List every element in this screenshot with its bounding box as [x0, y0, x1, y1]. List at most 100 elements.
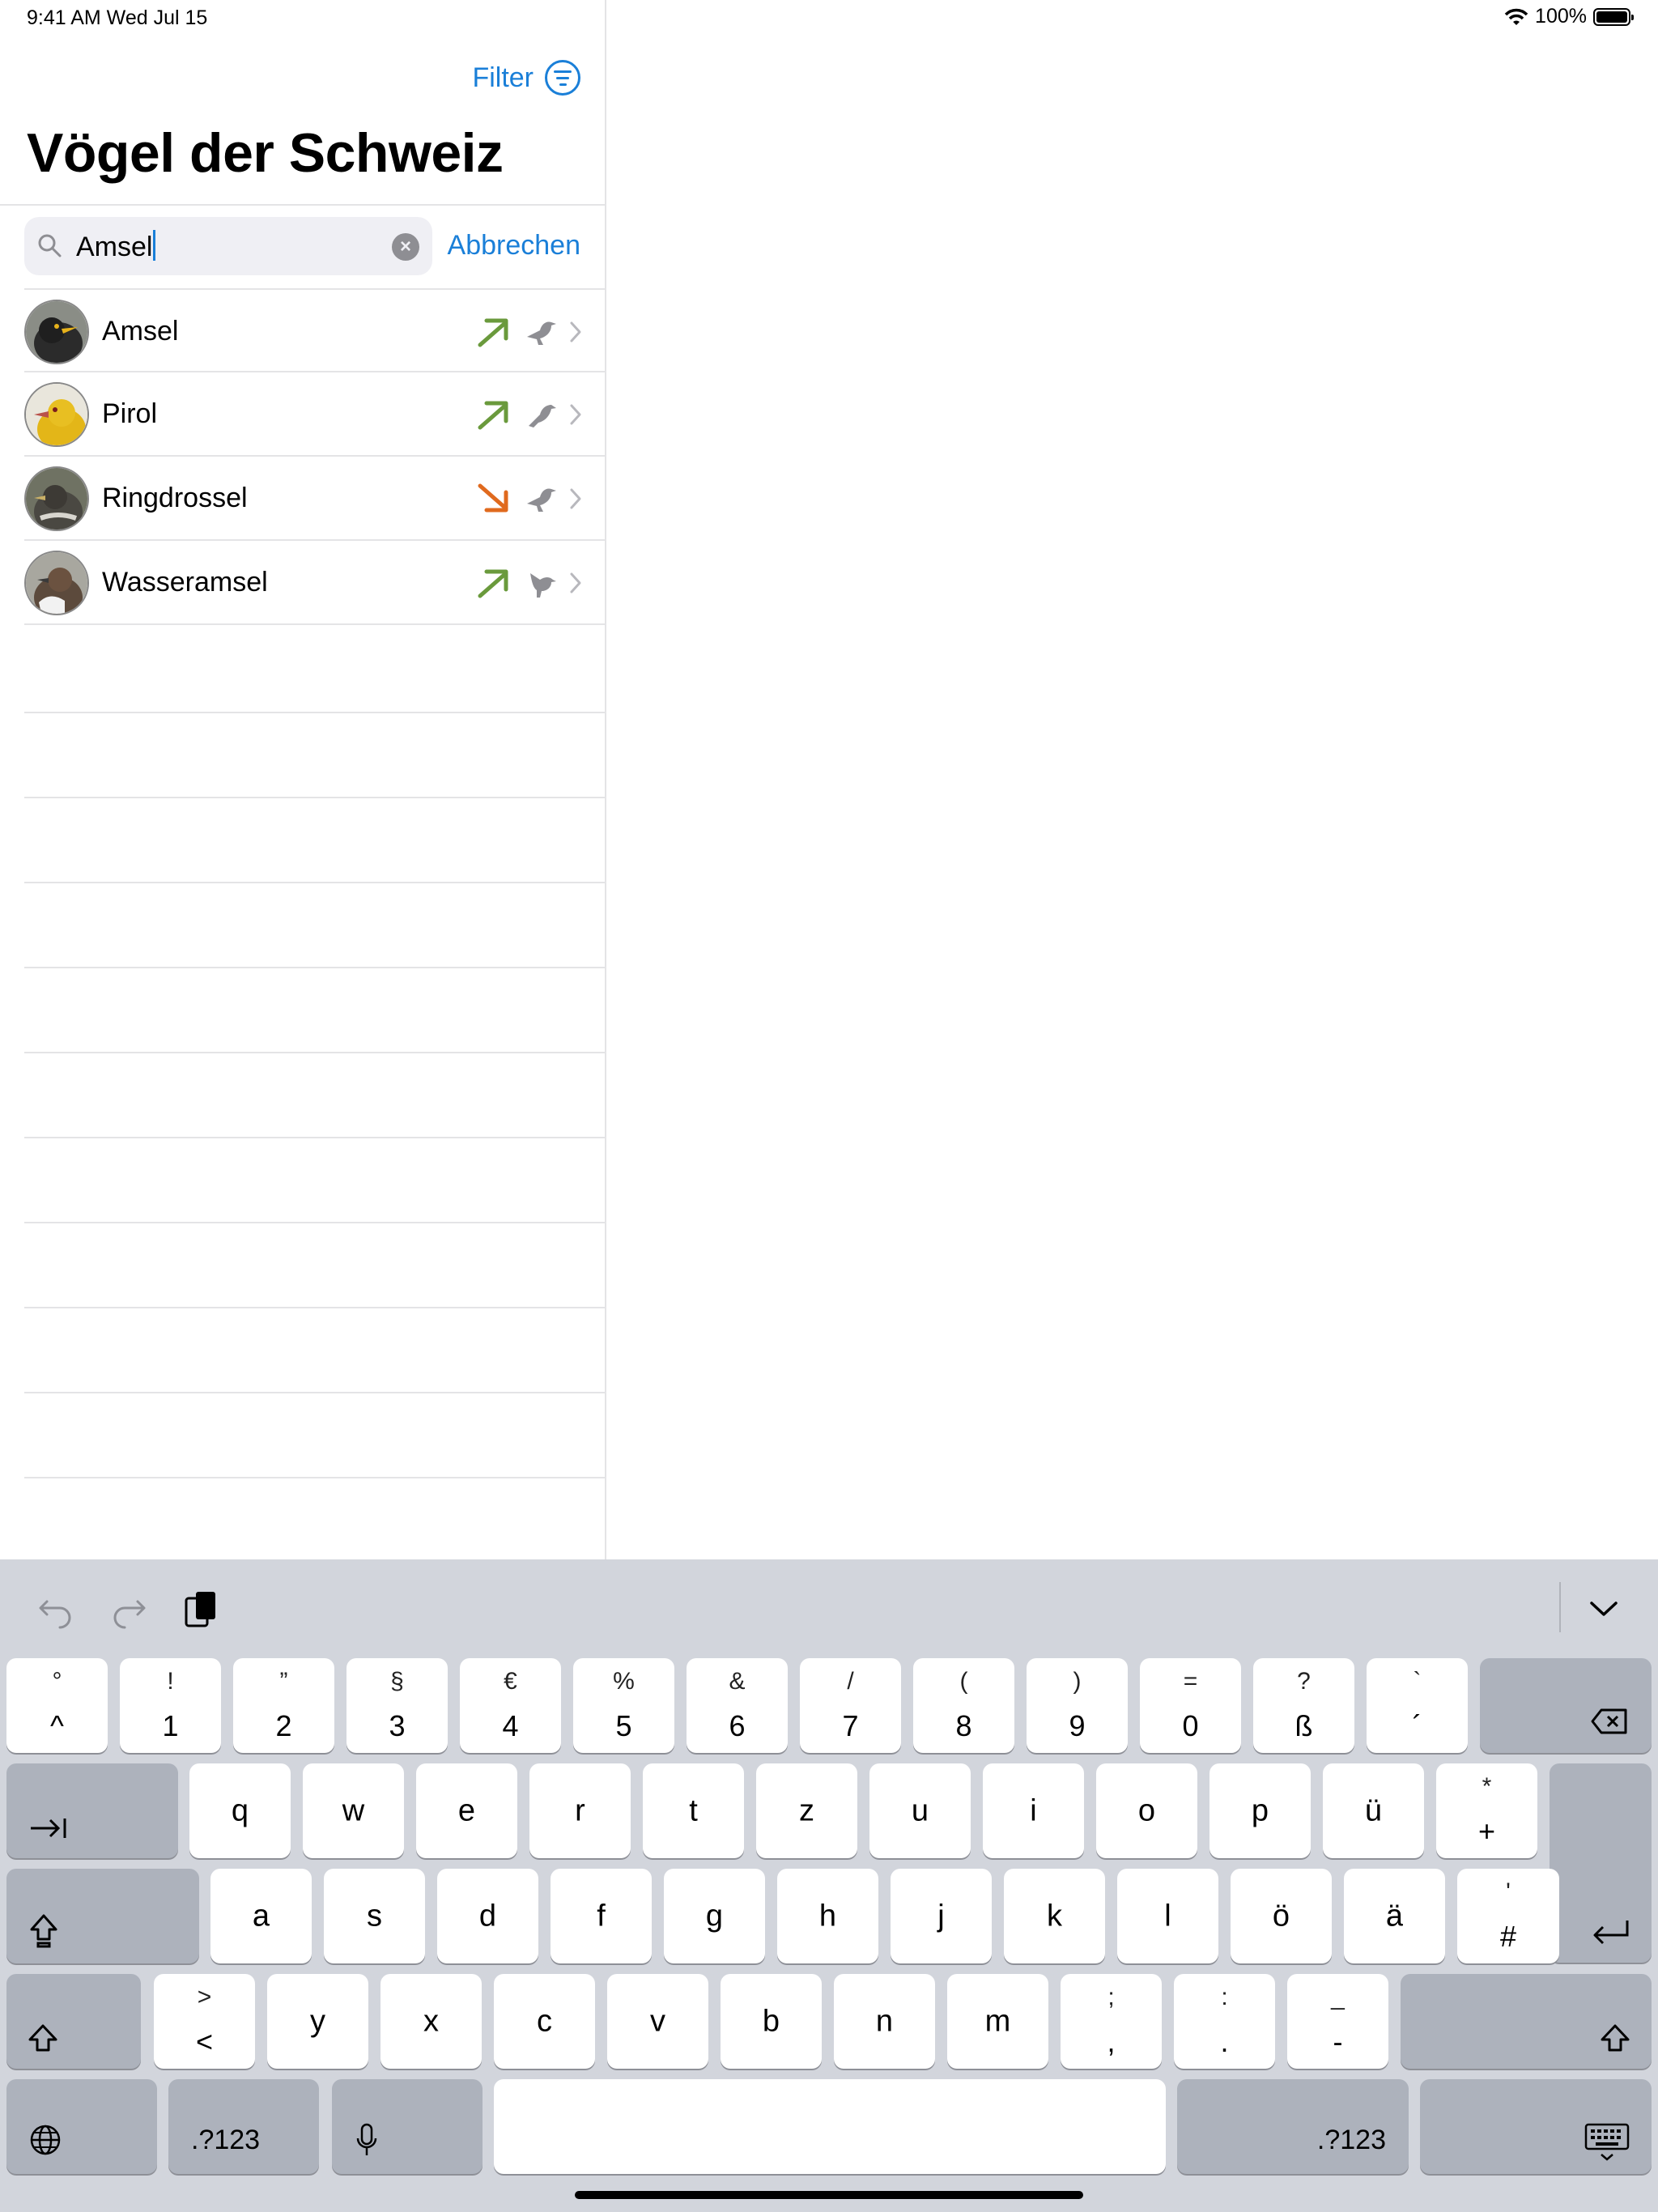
key-v[interactable]: v: [607, 1974, 708, 2069]
space-key[interactable]: [494, 2079, 1166, 2174]
divider: [1559, 1582, 1561, 1632]
key-s[interactable]: s: [324, 1869, 425, 1963]
search-input[interactable]: Amsel ×: [24, 217, 432, 275]
list-item[interactable]: Amsel: [24, 288, 605, 372]
key-z[interactable]: z: [756, 1763, 857, 1858]
key-1[interactable]: ! 1: [120, 1658, 221, 1753]
list-item[interactable]: Wasseramsel: [24, 541, 605, 625]
key-k[interactable]: k: [1004, 1869, 1105, 1963]
tab-icon: [31, 1819, 66, 1838]
key-t[interactable]: t: [643, 1763, 744, 1858]
key-0[interactable]: = 0: [1140, 1658, 1241, 1753]
key-6[interactable]: & 6: [687, 1658, 788, 1753]
result-list: Amsel Pirol Ringdrossel Wasseramsel: [24, 288, 605, 625]
bird-avatar: [24, 551, 89, 615]
key-ae[interactable]: ä: [1344, 1869, 1445, 1963]
key-c[interactable]: c: [494, 1974, 595, 2069]
caps-lock-icon: [30, 1914, 57, 1948]
globe-icon: [30, 2125, 61, 2155]
bird-name: Wasseramsel: [102, 567, 268, 598]
key-i[interactable]: i: [983, 1763, 1084, 1858]
redo-icon[interactable]: [108, 1589, 149, 1629]
globe-key[interactable]: [6, 2079, 157, 2174]
key-y[interactable]: y: [267, 1974, 368, 2069]
key-5[interactable]: % 5: [573, 1658, 674, 1753]
shift-icon: [1601, 2024, 1630, 2052]
key-eszett[interactable]: ? ß: [1253, 1658, 1354, 1753]
trend-up-icon: [478, 569, 508, 598]
key-caret[interactable]: ° ^: [6, 1658, 108, 1753]
hide-keyboard-key[interactable]: [1420, 2079, 1652, 2174]
key-period[interactable]: :.: [1174, 1974, 1275, 2069]
shift-key-left[interactable]: [6, 1974, 141, 2069]
cancel-button[interactable]: Abbrechen: [448, 230, 580, 262]
key-q[interactable]: q: [189, 1763, 291, 1858]
empty-rows: [24, 628, 605, 1478]
key-plus[interactable]: * +: [1436, 1763, 1537, 1858]
paste-icon[interactable]: [181, 1589, 222, 1629]
numbers-key-left[interactable]: .?123: [168, 2079, 319, 2174]
key-f[interactable]: f: [551, 1869, 652, 1963]
key-a[interactable]: a: [210, 1869, 312, 1963]
trend-up-icon: [478, 401, 508, 430]
filter-label: Filter: [472, 62, 534, 93]
bird-silhouette-icon: [527, 488, 556, 512]
search-value: Amsel: [76, 230, 156, 263]
key-accent[interactable]: ` ´: [1367, 1658, 1468, 1753]
shift-icon: [28, 2024, 57, 2052]
key-ue[interactable]: ü: [1323, 1763, 1424, 1858]
keyboard: ° ^ ! 1 ” 2 § 3 €4 % 5 & 6 /7 (8 ) 9 = 0 ? ß ` ´ q…: [0, 1559, 1658, 2212]
key-oe[interactable]: ö: [1231, 1869, 1332, 1963]
dictation-key[interactable]: [332, 2079, 483, 2174]
tab-key[interactable]: [6, 1763, 178, 1858]
wifi-icon: [1504, 8, 1528, 25]
filter-button[interactable]: Filter: [472, 60, 580, 96]
return-key[interactable]: [1550, 1763, 1652, 1963]
key-o[interactable]: o: [1096, 1763, 1197, 1858]
shift-key-right[interactable]: [1401, 1974, 1652, 2069]
key-4[interactable]: €4: [460, 1658, 561, 1753]
numbers-key-right[interactable]: .?123: [1177, 2079, 1409, 2174]
key-p[interactable]: p: [1209, 1763, 1311, 1858]
trend-down-icon: [478, 483, 508, 513]
key-w[interactable]: w: [303, 1763, 404, 1858]
key-3[interactable]: § 3: [346, 1658, 448, 1753]
bird-name: Pirol: [102, 398, 158, 429]
key-r[interactable]: r: [529, 1763, 631, 1858]
key-less-than[interactable]: > <: [154, 1974, 255, 2069]
key-m[interactable]: m: [947, 1974, 1048, 2069]
undo-icon[interactable]: [36, 1589, 76, 1629]
key-comma[interactable]: ;,: [1061, 1974, 1162, 2069]
chevron-down-icon[interactable]: [1584, 1589, 1624, 1629]
key-8[interactable]: (8: [913, 1658, 1014, 1753]
key-j[interactable]: j: [891, 1869, 992, 1963]
caps-lock-key[interactable]: [6, 1869, 199, 1963]
chevron-right-icon: [570, 404, 581, 425]
key-g[interactable]: g: [664, 1869, 765, 1963]
search-icon: [38, 234, 62, 257]
key-2[interactable]: ” 2: [233, 1658, 334, 1753]
list-item[interactable]: Pirol: [24, 372, 605, 457]
page-title: Vögel der Schweiz: [27, 122, 504, 184]
chevron-right-icon: [570, 572, 581, 593]
key-e[interactable]: e: [416, 1763, 517, 1858]
clear-icon[interactable]: ×: [392, 233, 419, 261]
key-l[interactable]: l: [1117, 1869, 1218, 1963]
home-indicator: [575, 2191, 1083, 2199]
list-item[interactable]: Ringdrossel: [24, 457, 605, 541]
key-b[interactable]: b: [721, 1974, 822, 2069]
key-9[interactable]: ) 9: [1027, 1658, 1128, 1753]
key-hyphen[interactable]: _ -: [1287, 1974, 1388, 2069]
key-u[interactable]: u: [869, 1763, 971, 1858]
battery-percent: 100%: [1535, 5, 1587, 28]
bird-name: Amsel: [102, 316, 179, 347]
key-d[interactable]: d: [437, 1869, 538, 1963]
key-hash[interactable]: ' #: [1457, 1869, 1559, 1963]
key-n[interactable]: n: [834, 1974, 935, 2069]
key-h[interactable]: h: [777, 1869, 878, 1963]
delete-key[interactable]: [1480, 1658, 1652, 1753]
delete-icon: [1591, 1708, 1627, 1734]
key-7[interactable]: /7: [800, 1658, 901, 1753]
key-x[interactable]: x: [380, 1974, 482, 2069]
microphone-icon: [356, 2123, 377, 2155]
